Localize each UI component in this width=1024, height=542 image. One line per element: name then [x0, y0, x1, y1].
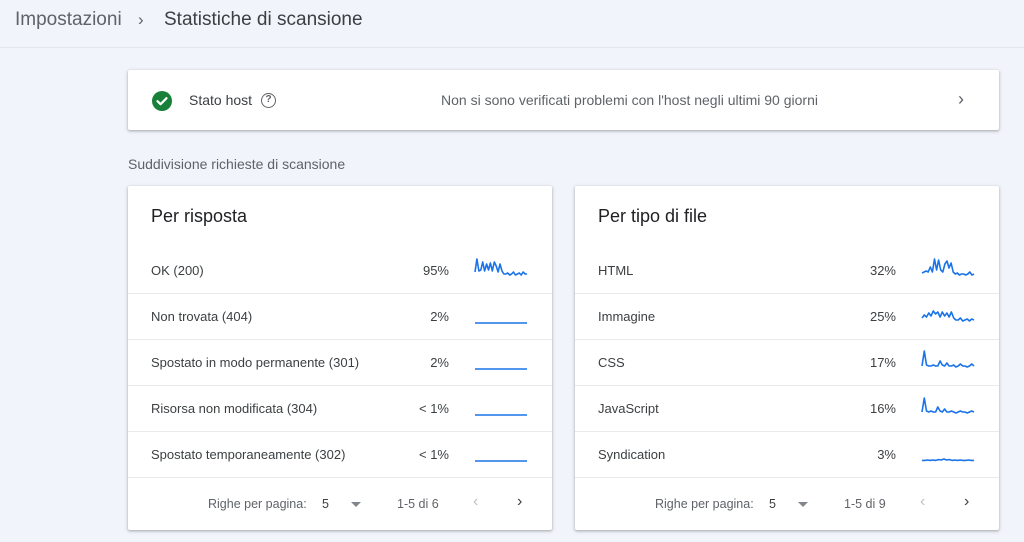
sparkline: [475, 322, 527, 324]
page-range: 1-5 di 9: [844, 497, 886, 511]
rows-per-page-select[interactable]: 5: [322, 497, 329, 511]
panel-rows: OK (200) 95% Non trovata (404) 2% Sposta…: [128, 248, 552, 478]
section-label: Suddivisione richieste di scansione: [128, 156, 346, 172]
host-status-message: Non si sono verificati problemi con l'ho…: [441, 92, 818, 108]
table-row[interactable]: HTML 32%: [575, 248, 999, 294]
row-percent: 32%: [869, 263, 896, 278]
table-row[interactable]: Non trovata (404) 2%: [128, 294, 552, 340]
sparkline: [921, 350, 975, 368]
table-row[interactable]: JavaScript 16%: [575, 386, 999, 432]
row-label: CSS: [598, 355, 625, 370]
next-page-button[interactable]: ›: [517, 493, 522, 511]
rows-per-page-label: Righe per pagina:: [655, 497, 754, 511]
sparkline: [921, 258, 975, 276]
panel-title: Per risposta: [151, 206, 248, 226]
host-status-label: Stato host: [189, 92, 253, 108]
sparkline-path: [921, 258, 975, 276]
page-header: Impostazioni › Statistiche di scansione: [0, 0, 1024, 48]
row-percent: 95%: [422, 263, 449, 278]
row-percent: 2%: [430, 355, 449, 370]
page-title: Statistiche di scansione: [164, 9, 363, 30]
table-row[interactable]: Risorsa non modificata (304) < 1%: [128, 386, 552, 432]
panel-by-file-type: Per tipo di file HTML 32% Immagine 25% C…: [575, 186, 999, 530]
next-page-button[interactable]: ›: [964, 493, 969, 511]
check-circle-icon: [152, 91, 172, 111]
sparkline: [475, 368, 527, 370]
prev-page-button[interactable]: ‹: [920, 493, 925, 511]
pagination: Righe per pagina: 5 1-5 di 9 ‹ ›: [575, 478, 999, 530]
sparkline-path: [921, 350, 975, 368]
dropdown-caret-icon[interactable]: [351, 502, 361, 507]
host-status-card[interactable]: Stato host ? Non si sono verificati prob…: [128, 70, 999, 130]
row-label: Risorsa non modificata (304): [151, 401, 318, 416]
row-label: HTML: [598, 263, 634, 278]
help-icon[interactable]: ?: [261, 93, 276, 108]
table-row[interactable]: OK (200) 95%: [128, 248, 552, 294]
row-label: JavaScript: [598, 401, 659, 416]
row-label: Syndication: [598, 447, 666, 462]
sparkline-path: [474, 258, 527, 276]
dropdown-caret-icon[interactable]: [798, 502, 808, 507]
prev-page-button[interactable]: ‹: [473, 493, 478, 511]
row-label: Immagine: [598, 309, 656, 324]
table-row[interactable]: CSS 17%: [575, 340, 999, 386]
sparkline: [921, 397, 975, 414]
row-label: Spostato temporaneamente (302): [151, 447, 346, 462]
sparkline-path: [921, 397, 975, 414]
table-row[interactable]: Immagine 25%: [575, 294, 999, 340]
sparkline: [922, 458, 974, 462]
rows-per-page-select[interactable]: 5: [769, 497, 776, 511]
table-row[interactable]: Syndication 3%: [575, 432, 999, 478]
chevron-right-icon[interactable]: ›: [958, 89, 964, 110]
row-percent: < 1%: [419, 447, 449, 462]
breadcrumb-separator-icon: ›: [138, 10, 144, 29]
sparkline: [474, 258, 527, 276]
page-range: 1-5 di 6: [397, 497, 439, 511]
row-percent: 16%: [869, 401, 896, 416]
row-percent: 2%: [430, 309, 449, 324]
pagination: Righe per pagina: 5 1-5 di 6 ‹ ›: [128, 478, 552, 530]
sparkline: [475, 414, 527, 416]
panel-by-response: Per risposta OK (200) 95% Non trovata (4…: [128, 186, 552, 530]
panel-title: Per tipo di file: [598, 206, 708, 226]
breadcrumb-settings-link[interactable]: Impostazioni: [15, 9, 122, 31]
panel-rows: HTML 32% Immagine 25% CSS 17% JavaScript…: [575, 248, 999, 478]
row-label: Spostato in modo permanente (301): [151, 355, 360, 370]
row-percent: 3%: [877, 447, 896, 462]
row-percent: 17%: [869, 355, 896, 370]
sparkline: [475, 460, 527, 462]
table-row[interactable]: Spostato temporaneamente (302) < 1%: [128, 432, 552, 478]
sparkline: [921, 310, 975, 322]
sparkline-path: [922, 458, 974, 462]
table-row[interactable]: Spostato in modo permanente (301) 2%: [128, 340, 552, 386]
rows-per-page-label: Righe per pagina:: [208, 497, 307, 511]
row-label: OK (200): [151, 263, 204, 278]
row-percent: 25%: [869, 309, 896, 324]
row-percent: < 1%: [419, 401, 449, 416]
row-label: Non trovata (404): [151, 309, 253, 324]
sparkline-path: [921, 310, 975, 322]
